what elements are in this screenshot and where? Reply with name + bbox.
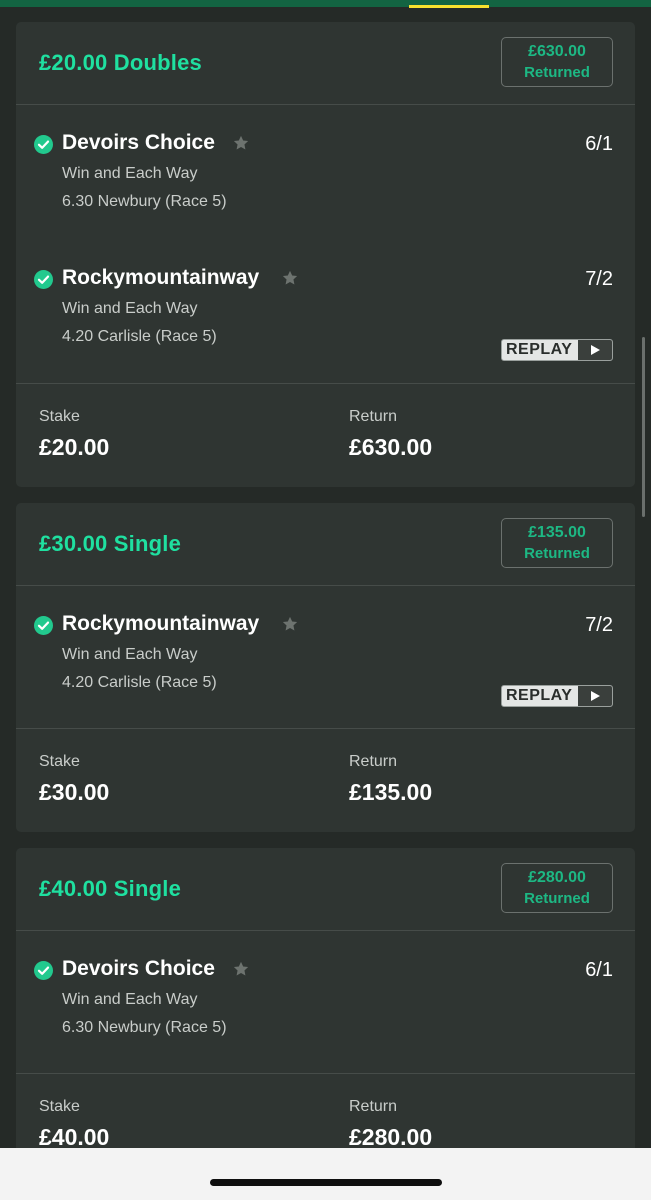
returned-badge: £135.00 Returned [501, 518, 613, 568]
bet-title: £20.00 Doubles [39, 50, 202, 75]
odds: 7/2 [585, 268, 613, 290]
odds: 7/2 [585, 614, 613, 636]
divider [16, 1073, 635, 1074]
replay-label: REPLAY [506, 341, 573, 358]
bet-card-header: £30.00 Single £135.00 Returned [16, 503, 635, 586]
selection-name[interactable]: Devoirs Choice [62, 131, 215, 155]
market-name: Win and Each Way [62, 300, 198, 317]
return-label: Return [349, 408, 398, 425]
event-name: 6.30 Newbury (Race 5) [62, 193, 227, 210]
stake-label: Stake [39, 753, 80, 770]
replay-button[interactable]: REPLAY [501, 685, 613, 707]
check-circle-icon [34, 616, 53, 635]
returned-label: Returned [524, 545, 590, 562]
play-icon [578, 340, 612, 360]
home-indicator[interactable] [210, 1179, 442, 1186]
divider [16, 728, 635, 729]
market-name: Win and Each Way [62, 646, 198, 663]
returned-amount: £135.00 [528, 524, 586, 541]
bet-title: £30.00 Single [39, 531, 182, 556]
replay-label: REPLAY [506, 687, 573, 704]
settled-bets-list[interactable]: £20.00 Doubles £630.00 Returned Devoirs … [0, 7, 651, 1148]
odds: 6/1 [585, 133, 613, 155]
stake-label: Stake [39, 408, 80, 425]
market-name: Win and Each Way [62, 165, 198, 182]
divider [16, 383, 635, 384]
stake-amount: £20.00 [39, 434, 110, 460]
event-name: 6.30 Newbury (Race 5) [62, 1019, 227, 1036]
bet-card: £30.00 Single £135.00 Returned Rockymoun… [16, 503, 635, 832]
return-amount: £280.00 [349, 1124, 433, 1148]
stake-amount: £30.00 [39, 779, 110, 805]
bet-card-header: £40.00 Single £280.00 Returned [16, 848, 635, 931]
bet-title: £40.00 Single [39, 876, 182, 901]
check-circle-icon [34, 270, 53, 289]
selection: Devoirs Choice Win and Each Way 6.30 New… [16, 931, 635, 1066]
returned-amount: £280.00 [528, 869, 586, 886]
returned-badge: £280.00 Returned [501, 863, 613, 913]
star-icon[interactable] [232, 134, 250, 152]
odds: 6/1 [585, 959, 613, 981]
star-icon[interactable] [281, 615, 299, 633]
scrollbar[interactable] [642, 337, 645, 517]
returned-amount: £630.00 [528, 43, 586, 60]
selection-name[interactable]: Devoirs Choice [62, 957, 215, 981]
top-navigation-bar [0, 0, 651, 7]
return-amount: £135.00 [349, 779, 433, 805]
bet-card: £40.00 Single £280.00 Returned Devoirs C… [16, 848, 635, 1148]
stake-label: Stake [39, 1098, 80, 1115]
selection: Devoirs Choice Win and Each Way 6.30 New… [16, 105, 635, 240]
play-icon [578, 686, 612, 706]
bet-card: £20.00 Doubles £630.00 Returned Devoirs … [16, 22, 635, 487]
home-indicator-area [0, 1148, 651, 1200]
return-label: Return [349, 753, 398, 770]
returned-badge: £630.00 Returned [501, 37, 613, 87]
selection: Rockymountainway Win and Each Way 4.20 C… [16, 240, 635, 382]
return-label: Return [349, 1098, 398, 1115]
selection-name[interactable]: Rockymountainway [62, 612, 259, 636]
selection-name[interactable]: Rockymountainway [62, 266, 259, 290]
stake-amount: £40.00 [39, 1124, 110, 1148]
check-circle-icon [34, 961, 53, 980]
star-icon[interactable] [281, 269, 299, 287]
replay-button[interactable]: REPLAY [501, 339, 613, 361]
return-amount: £630.00 [349, 434, 433, 460]
check-circle-icon [34, 135, 53, 154]
event-name: 4.20 Carlisle (Race 5) [62, 328, 217, 345]
selection: Rockymountainway Win and Each Way 4.20 C… [16, 586, 635, 721]
returned-label: Returned [524, 64, 590, 81]
market-name: Win and Each Way [62, 991, 198, 1008]
bet-card-header: £20.00 Doubles £630.00 Returned [16, 22, 635, 105]
star-icon[interactable] [232, 960, 250, 978]
event-name: 4.20 Carlisle (Race 5) [62, 674, 217, 691]
returned-label: Returned [524, 890, 590, 907]
